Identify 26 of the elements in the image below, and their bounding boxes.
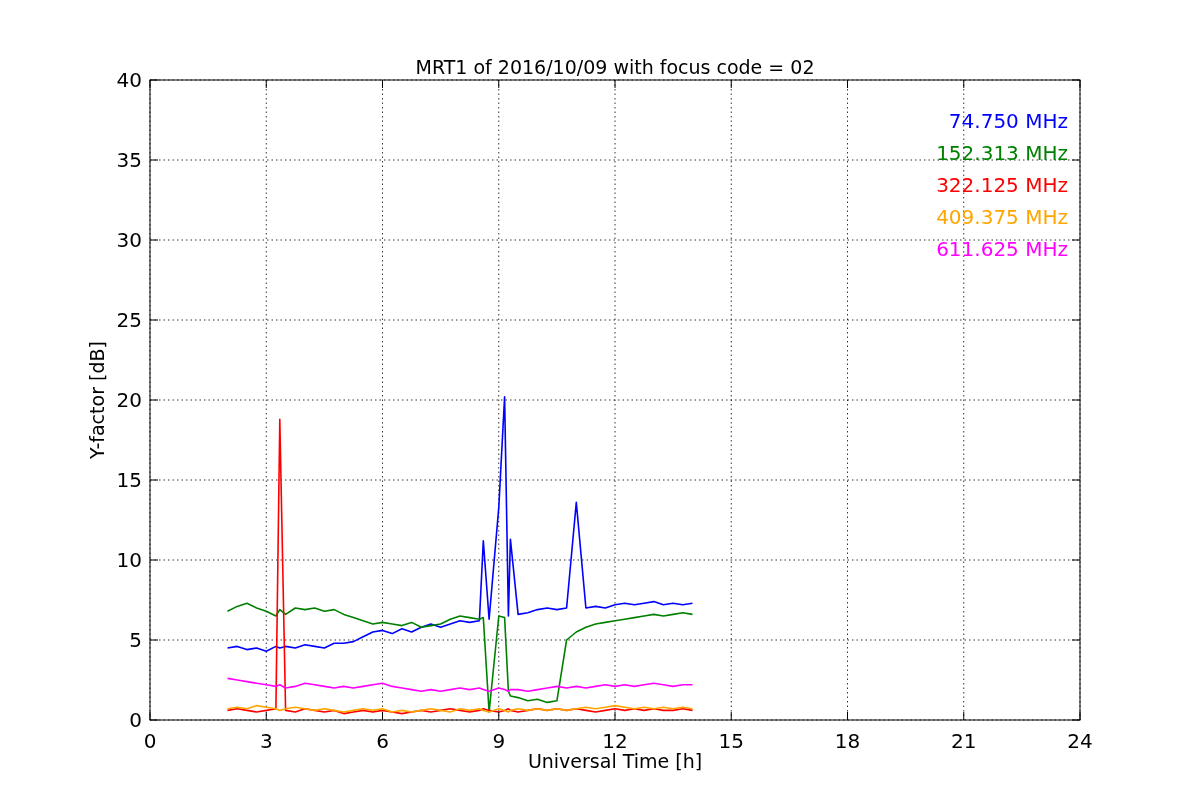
legend-label: 322.125 MHz xyxy=(936,173,1068,197)
tick-label: 15 xyxy=(718,729,744,753)
tick-label: 9 xyxy=(492,729,506,753)
tick-label: 10 xyxy=(116,548,142,572)
tick-label: 5 xyxy=(129,628,142,652)
legend-label: 409.375 MHz xyxy=(936,205,1068,229)
tick-label: 18 xyxy=(834,729,861,753)
tick-label: 0 xyxy=(129,708,142,732)
tick-label: 25 xyxy=(116,308,142,332)
tick-label: 30 xyxy=(116,228,142,252)
x-axis-label: Universal Time [h] xyxy=(527,750,703,772)
tick-label: 40 xyxy=(116,68,142,92)
tick-label: 6 xyxy=(376,729,389,753)
legend-label: 611.625 MHz xyxy=(936,237,1068,261)
chart-title: MRT1 of 2016/10/09 with focus code = 02 xyxy=(415,56,815,78)
y-axis-label: Y-factor [dB] xyxy=(86,341,108,459)
tick-label: 12 xyxy=(602,729,628,753)
legend-label: 152.313 MHz xyxy=(936,141,1068,165)
tick-label: 35 xyxy=(116,148,142,172)
legend-label: 74.750 MHz xyxy=(948,109,1068,133)
tick-label: 21 xyxy=(951,729,977,753)
tick-label: 3 xyxy=(259,729,273,753)
tick-label: 0 xyxy=(143,729,157,753)
tick-label: 20 xyxy=(116,388,142,412)
tick-label: 24 xyxy=(1067,729,1093,753)
tick-label: 15 xyxy=(116,468,142,492)
